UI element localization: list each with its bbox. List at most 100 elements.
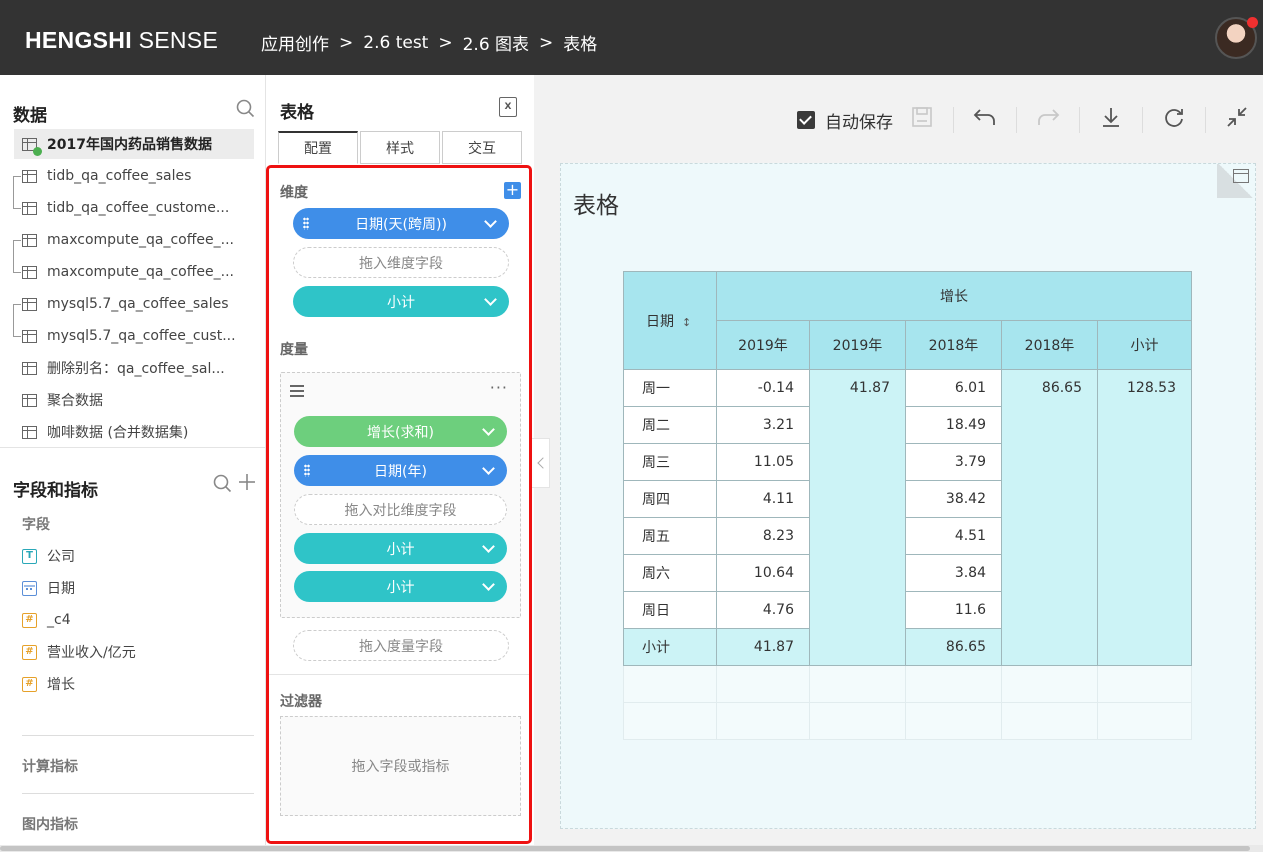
measure-pill-subtotal[interactable]: 小计 xyxy=(294,533,507,564)
table-icon xyxy=(22,297,37,311)
tab-style[interactable]: 样式 xyxy=(360,131,440,164)
user-avatar[interactable] xyxy=(1215,17,1258,59)
dataset-item[interactable]: mysql5.7_qa_coffee_cust... xyxy=(22,321,236,351)
data-cell: -0.14 xyxy=(716,369,810,407)
scrollbar-thumb[interactable] xyxy=(0,846,1250,851)
measure-pill-year[interactable]: 日期(年) xyxy=(294,455,507,486)
tab-config[interactable]: 配置 xyxy=(278,131,358,164)
autosave-checkbox[interactable] xyxy=(797,111,815,129)
link-bracket xyxy=(13,304,21,337)
search-icon[interactable] xyxy=(236,99,255,123)
drag-handle-icon[interactable] xyxy=(303,217,309,230)
data-panel: 数据 2017年国内药品销售数据 tidb_qa_coffee_sales ti… xyxy=(0,75,266,852)
refresh-icon[interactable] xyxy=(1159,106,1189,134)
toolbar-divider xyxy=(953,107,954,133)
dataset-item-active[interactable]: 2017年国内药品销售数据 xyxy=(14,129,254,159)
undo-icon[interactable] xyxy=(970,106,1000,134)
dataset-item[interactable]: 删除别名：qa_coffee_sal... xyxy=(22,353,225,383)
link-bracket xyxy=(13,176,21,209)
table-icon xyxy=(22,393,37,407)
field-item[interactable]: 日期 xyxy=(22,576,75,600)
search-icon[interactable] xyxy=(213,474,232,498)
chart-settings-icon[interactable] xyxy=(1233,169,1249,183)
measure-drop-zone[interactable]: 拖入度量字段 xyxy=(293,630,509,661)
column-header-cell: 2018年 xyxy=(1001,320,1098,370)
row-header-cell: 小计 xyxy=(623,628,717,666)
corner-header-cell[interactable]: 日期 ↕ xyxy=(623,271,717,370)
breadcrumb-item[interactable]: 2.6 test xyxy=(363,33,428,53)
field-item[interactable]: # 增长 xyxy=(22,672,75,696)
pivot-table: 日期 ↕ 增长 2019年 2019年 2018年 2018年 小计 周一 -0.… xyxy=(623,271,1192,740)
download-icon[interactable] xyxy=(1096,106,1126,134)
excel-export-icon[interactable]: X xyxy=(499,97,517,117)
breadcrumb-item[interactable]: 应用创作 xyxy=(261,30,329,55)
row-header-cell: 周三 xyxy=(623,443,717,481)
dimension-drop-zone[interactable]: 拖入维度字段 xyxy=(293,247,509,278)
dimension-pill-date[interactable]: 日期(天(跨周)) xyxy=(293,208,509,239)
dataset-item[interactable]: mysql5.7_qa_coffee_sales xyxy=(22,289,229,319)
fields-section-title: 字段和指标 xyxy=(13,481,98,501)
data-cell: 38.42 xyxy=(905,480,1002,518)
row-header-cell: 周二 xyxy=(623,406,717,444)
data-cell: 4.51 xyxy=(905,517,1002,555)
more-icon[interactable]: ··· xyxy=(490,378,508,397)
chevron-down-icon[interactable] xyxy=(482,462,495,475)
measure-label: 度量 xyxy=(280,342,308,358)
dataset-item[interactable]: tidb_qa_coffee_custome... xyxy=(22,193,229,223)
menu-icon[interactable] xyxy=(290,385,304,397)
field-item[interactable]: # _c4 xyxy=(22,608,71,632)
chevron-down-icon[interactable] xyxy=(484,293,497,306)
breadcrumb-separator: > xyxy=(339,32,354,53)
dataset-item[interactable]: maxcompute_qa_coffee_... xyxy=(22,257,234,287)
autosave-label[interactable]: 自动保存 xyxy=(825,108,893,133)
dataset-item[interactable]: tidb_qa_coffee_sales xyxy=(22,161,191,191)
toolbar-divider xyxy=(1016,107,1017,133)
measure-pill-subtotal[interactable]: 小计 xyxy=(294,571,507,602)
collapse-panel-handle[interactable] xyxy=(532,438,550,488)
filter-drop-zone[interactable]: 拖入字段或指标 xyxy=(280,716,521,816)
save-icon[interactable] xyxy=(907,106,937,134)
chevron-down-icon[interactable] xyxy=(482,578,495,591)
data-cell: 3.79 xyxy=(905,443,1002,481)
text-type-icon: T xyxy=(22,548,37,564)
chart-metrics-label[interactable]: 图内指标 xyxy=(22,814,78,834)
dataset-item[interactable]: 咖啡数据 (合并数据集) xyxy=(22,417,188,447)
tab-interaction[interactable]: 交互 xyxy=(442,131,522,164)
table-icon xyxy=(22,233,37,247)
chevron-down-icon[interactable] xyxy=(482,423,495,436)
field-item[interactable]: T 公司 xyxy=(22,544,75,568)
compare-dimension-drop-zone[interactable]: 拖入对比维度字段 xyxy=(294,494,507,525)
row-header-cell: 周一 xyxy=(623,369,717,407)
measure-pill-growth[interactable]: 增长(求和) xyxy=(294,416,507,447)
dataset-item[interactable]: maxcompute_qa_coffee_... xyxy=(22,225,234,255)
breadcrumb-item[interactable]: 2.6 图表 xyxy=(463,30,529,55)
config-tabs: 配置 样式 交互 xyxy=(278,131,524,164)
row-header-cell: 周六 xyxy=(623,554,717,592)
fields-label: 字段 xyxy=(22,517,50,533)
config-panel: 表格 X 配置 样式 交互 维度 + 日期(天(跨周)) 拖入维度字段 小计 度… xyxy=(266,75,534,852)
corner-fold xyxy=(1217,164,1255,198)
collapse-icon[interactable] xyxy=(1222,106,1252,134)
field-item[interactable]: # 营业收入/亿元 xyxy=(22,640,136,664)
add-icon[interactable] xyxy=(238,473,256,496)
dataset-item[interactable]: 聚合数据 xyxy=(22,385,103,415)
calc-metrics-label[interactable]: 计算指标 xyxy=(22,756,78,776)
sort-icon[interactable]: ↕ xyxy=(682,316,691,329)
dimension-pill-subtotal[interactable]: 小计 xyxy=(293,286,509,317)
table-icon xyxy=(22,361,37,375)
section-divider xyxy=(22,735,254,736)
add-dimension-button[interactable]: + xyxy=(504,182,521,199)
group-header-cell: 增长 xyxy=(716,271,1192,321)
redo-icon[interactable] xyxy=(1033,106,1063,134)
drag-handle-icon[interactable] xyxy=(304,464,310,477)
chevron-down-icon[interactable] xyxy=(484,215,497,228)
calendar-icon xyxy=(22,580,37,596)
breadcrumb: 应用创作 > 2.6 test > 2.6 图表 > 表格 xyxy=(261,30,597,56)
chevron-down-icon[interactable] xyxy=(482,540,495,553)
data-cell: 11.6 xyxy=(905,591,1002,629)
data-cell: 3.84 xyxy=(905,554,1002,592)
chart-title[interactable]: 表格 xyxy=(573,186,619,220)
app-logo[interactable]: HENGSHI SENSE xyxy=(25,27,218,54)
column-header-cell: 2019年 xyxy=(716,320,810,370)
horizontal-scrollbar[interactable] xyxy=(0,845,1263,852)
